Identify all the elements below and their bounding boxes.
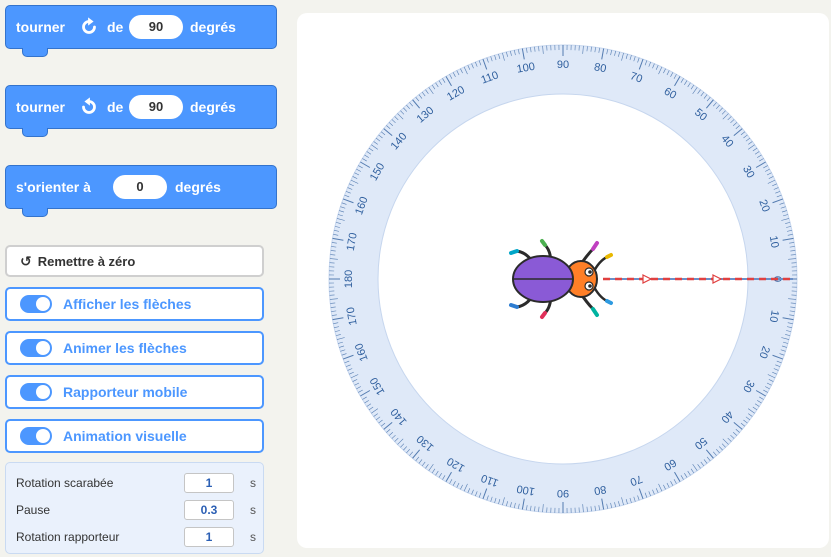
turn-right-unit: degrés [190,19,236,35]
protractor-label: 10 [767,309,781,323]
rotate-clockwise-icon [82,17,96,34]
beetle-antenna-tip [605,253,613,259]
toggle-show-arrows[interactable]: Afficher les flèches [5,287,264,321]
protractor-label: 80 [593,61,607,75]
turn-left-de: de [107,99,124,115]
pause-input[interactable]: 0.3 [184,500,234,520]
setting-label: Pause [16,503,51,517]
turn-left-degrees-input[interactable]: 90 [129,95,183,119]
beetle-sprite[interactable] [509,239,613,319]
protractor-label: 90 [557,487,569,499]
point-direction-block[interactable]: s'orienter à 0 degrés [5,165,277,217]
point-direction-input[interactable]: 0 [113,175,167,199]
beetle-antenna-tip [605,299,613,305]
setting-protractor-rotation: Rotation rapporteur 1 s [16,526,256,548]
stage: 0102030405060708090100110120130140150160… [297,13,829,548]
turn-right-de: de [107,19,124,35]
setting-unit: s [250,503,256,517]
protractor-label: 80 [593,483,607,497]
protractor-label: 180 [343,270,355,288]
arrow-head [712,274,723,284]
setting-label: Rotation scarabée [16,476,114,490]
rotate-counterclockwise-icon [82,97,96,114]
toggle-switch[interactable] [20,339,52,357]
setting-unit: s [250,530,256,544]
setting-beetle-rotation: Rotation scarabée 1 s [16,472,256,494]
turn-right-label: tourner [16,19,65,35]
turn-left-label: tourner [16,99,65,115]
toggle-animate-arrows[interactable]: Animer les flèches [5,331,264,365]
reset-button[interactable]: ↺ Remettre à zéro [5,245,264,277]
turn-left-unit: degrés [190,99,236,115]
toggle-mobile-protractor[interactable]: Rapporteur mobile [5,375,264,409]
beetle-pupil [588,270,592,274]
toggle-switch[interactable] [20,383,52,401]
timing-settings-panel: Rotation scarabée 1 s Pause 0.3 s Rotati… [5,462,264,554]
toggle-label: Animer les flèches [63,340,187,356]
reset-button-label: Remettre à zéro [37,253,136,269]
point-direction-unit: degrés [175,179,221,195]
setting-pause: Pause 0.3 s [16,499,256,521]
protractor-label: 10 [767,235,781,249]
toggle-switch[interactable] [20,295,52,313]
stage-canvas: 0102030405060708090100110120130140150160… [328,44,798,514]
beetle-rotation-input[interactable]: 1 [184,473,234,493]
setting-unit: s [250,476,256,490]
beetle-pupil [588,284,592,288]
toggle-label: Afficher les flèches [63,296,192,312]
toggle-label: Animation visuelle [63,428,187,444]
toggle-label: Rapporteur mobile [63,384,188,400]
protractor-rotation-input[interactable]: 1 [184,527,234,547]
protractor-label: 90 [557,59,569,71]
toggle-switch[interactable] [20,427,52,445]
turn-right-degrees-input[interactable]: 90 [129,15,183,39]
turn-left-block[interactable]: tourner de 90 degrés [5,85,277,137]
turn-right-block[interactable]: tourner de 90 degrés [5,5,277,57]
toggle-visual-animation[interactable]: Animation visuelle [5,419,264,453]
point-direction-label: s'orienter à [16,179,91,195]
reset-icon: ↺ [20,252,32,269]
setting-label: Rotation rapporteur [16,530,120,544]
arrow-head [642,274,653,284]
